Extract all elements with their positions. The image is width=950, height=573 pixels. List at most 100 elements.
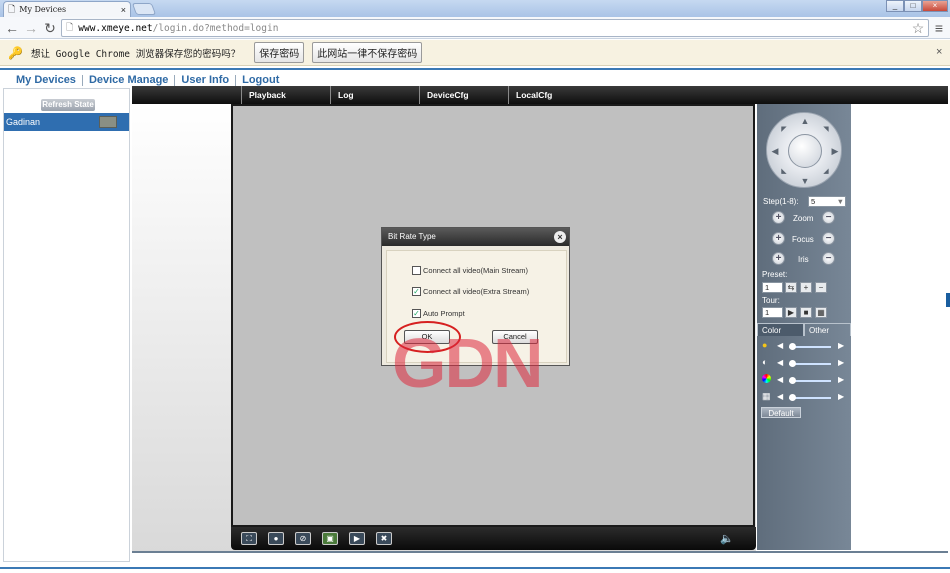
- preset-label: Preset:: [762, 270, 788, 279]
- grid-icon[interactable]: ▦: [815, 307, 827, 318]
- saturation-slider[interactable]: [789, 377, 831, 384]
- add-preset-icon[interactable]: +: [800, 282, 812, 293]
- color-other-tabs: Color Other: [757, 323, 851, 336]
- focus-far-button[interactable]: −: [822, 232, 835, 245]
- stop-tour-icon[interactable]: ■: [800, 307, 812, 318]
- option-main-stream[interactable]: Connect all video(Main Stream): [412, 266, 528, 275]
- focus-near-button[interactable]: +: [772, 232, 785, 245]
- tab-log[interactable]: Log: [330, 86, 420, 104]
- arrow-down-right-icon[interactable]: ◢: [821, 167, 831, 177]
- close-window-button[interactable]: ×: [922, 0, 948, 12]
- nav-user-info[interactable]: User Info: [175, 74, 235, 86]
- watermark: GDN: [392, 324, 544, 402]
- tab-playback[interactable]: Playback: [241, 86, 331, 104]
- contrast-slider[interactable]: [789, 360, 831, 367]
- arrow-down-icon[interactable]: ▼: [800, 176, 810, 186]
- arrow-up-left-icon[interactable]: ◤: [779, 125, 789, 135]
- goto-preset-icon[interactable]: ⇆: [785, 282, 797, 293]
- checkbox-checked-icon[interactable]: ✓: [412, 309, 421, 318]
- hue-slider[interactable]: [789, 394, 831, 401]
- maximize-button[interactable]: □: [904, 0, 922, 12]
- decrease-icon[interactable]: ◀: [777, 392, 783, 401]
- dialog-title-text: Bit Rate Type: [388, 232, 436, 241]
- refresh-state-button[interactable]: Refresh State: [41, 99, 95, 111]
- browser-tab-strip: 🗋 My Devices × _ □ ×: [0, 0, 950, 17]
- iris-open-button[interactable]: +: [772, 252, 785, 265]
- slider-knob[interactable]: [789, 343, 796, 350]
- save-password-button[interactable]: 保存密码: [254, 42, 305, 63]
- step-select[interactable]: 5 ▼: [808, 196, 846, 207]
- snapshot-icon[interactable]: ▣: [322, 532, 338, 545]
- zoom-out-button[interactable]: −: [822, 211, 835, 224]
- device-row[interactable]: Gadinan: [4, 113, 129, 131]
- slider-knob[interactable]: [789, 394, 796, 401]
- tab-other[interactable]: Other: [804, 323, 851, 336]
- checkbox-icon[interactable]: [412, 266, 421, 275]
- tour-input[interactable]: 1: [762, 307, 783, 318]
- arrow-up-icon[interactable]: ▲: [800, 116, 810, 126]
- menu-icon[interactable]: ≡: [931, 20, 947, 36]
- back-icon[interactable]: ←: [4, 20, 20, 36]
- increase-icon[interactable]: ▶: [838, 392, 844, 401]
- new-tab-button[interactable]: [131, 3, 157, 15]
- record-icon[interactable]: ●: [268, 532, 284, 545]
- arrow-left-icon[interactable]: ◀: [770, 146, 780, 156]
- play-tour-icon[interactable]: ▶: [785, 307, 797, 318]
- tab-localcfg[interactable]: LocalCfg: [508, 86, 598, 104]
- divider: [0, 567, 950, 569]
- infobar-close-icon[interactable]: ×: [936, 46, 942, 58]
- arrow-up-right-icon[interactable]: ◥: [821, 125, 831, 135]
- nav-device-manage[interactable]: Device Manage: [83, 74, 174, 86]
- option-auto-prompt[interactable]: ✓ Auto Prompt: [412, 309, 465, 318]
- remove-preset-icon[interactable]: −: [815, 282, 827, 293]
- option-extra-stream[interactable]: ✓ Connect all video(Extra Stream): [412, 287, 529, 296]
- chevron-down-icon: ▼: [836, 197, 844, 206]
- increase-icon[interactable]: ▶: [838, 358, 844, 367]
- slider-knob[interactable]: [789, 360, 796, 367]
- bookmark-star-icon[interactable]: ☆: [910, 20, 926, 36]
- page-icon: 🗋: [8, 3, 16, 14]
- arrow-down-left-icon[interactable]: ◣: [779, 167, 789, 177]
- increase-icon[interactable]: ▶: [838, 375, 844, 384]
- tab-devicecfg[interactable]: DeviceCfg: [419, 86, 509, 104]
- default-button[interactable]: Default: [761, 407, 801, 418]
- app-nav: My Devices Device Manage User Info Logou…: [16, 74, 285, 86]
- hue-icon: ▦: [762, 391, 771, 401]
- iris-close-button[interactable]: −: [822, 252, 835, 265]
- ptz-direction-wheel[interactable]: ▲ ▼ ◀ ▶ ◤ ◥ ◣ ◢: [766, 112, 842, 188]
- increase-icon[interactable]: ▶: [838, 341, 844, 350]
- decrease-icon[interactable]: ◀: [777, 341, 783, 350]
- nav-my-devices[interactable]: My Devices: [16, 74, 82, 86]
- option-label: Connect all video(Main Stream): [423, 266, 529, 275]
- slider-knob[interactable]: [789, 377, 796, 384]
- browser-tab[interactable]: 🗋 My Devices ×: [3, 1, 131, 17]
- decrease-icon[interactable]: ◀: [777, 375, 783, 384]
- url-host: www.xmeye.net: [78, 22, 153, 34]
- focus-label: Focus: [792, 235, 814, 244]
- scroll-indicator: [946, 293, 950, 307]
- fullscreen-icon[interactable]: ⛶: [241, 532, 257, 545]
- reload-icon[interactable]: ↻: [42, 20, 58, 36]
- mute-icon[interactable]: 🔈: [720, 532, 734, 545]
- decrease-icon[interactable]: ◀: [777, 358, 783, 367]
- brightness-slider[interactable]: [789, 343, 831, 350]
- address-bar[interactable]: 🗋 www.xmeye.net/login.do?method=login: [61, 19, 929, 37]
- checkbox-checked-icon[interactable]: ✓: [412, 287, 421, 296]
- play-all-icon[interactable]: ▶: [349, 532, 365, 545]
- stop-record-icon[interactable]: ⊘: [295, 532, 311, 545]
- tab-close-icon[interactable]: ×: [121, 5, 126, 15]
- zoom-in-button[interactable]: +: [772, 211, 785, 224]
- arrow-right-icon[interactable]: ▶: [830, 146, 840, 156]
- step-value: 5: [811, 197, 816, 206]
- saturation-icon: [762, 374, 771, 383]
- tab-color[interactable]: Color: [757, 323, 804, 336]
- close-icon[interactable]: ×: [554, 231, 566, 243]
- forward-icon[interactable]: →: [23, 20, 39, 36]
- never-save-button[interactable]: 此网站一律不保存密码: [312, 42, 423, 63]
- minimize-button[interactable]: _: [886, 0, 904, 12]
- option-label: Auto Prompt: [423, 309, 465, 318]
- close-all-icon[interactable]: ✖: [376, 532, 392, 545]
- preset-input[interactable]: 1: [762, 282, 783, 293]
- nav-logout[interactable]: Logout: [236, 74, 285, 86]
- ptz-center-button[interactable]: [788, 134, 822, 168]
